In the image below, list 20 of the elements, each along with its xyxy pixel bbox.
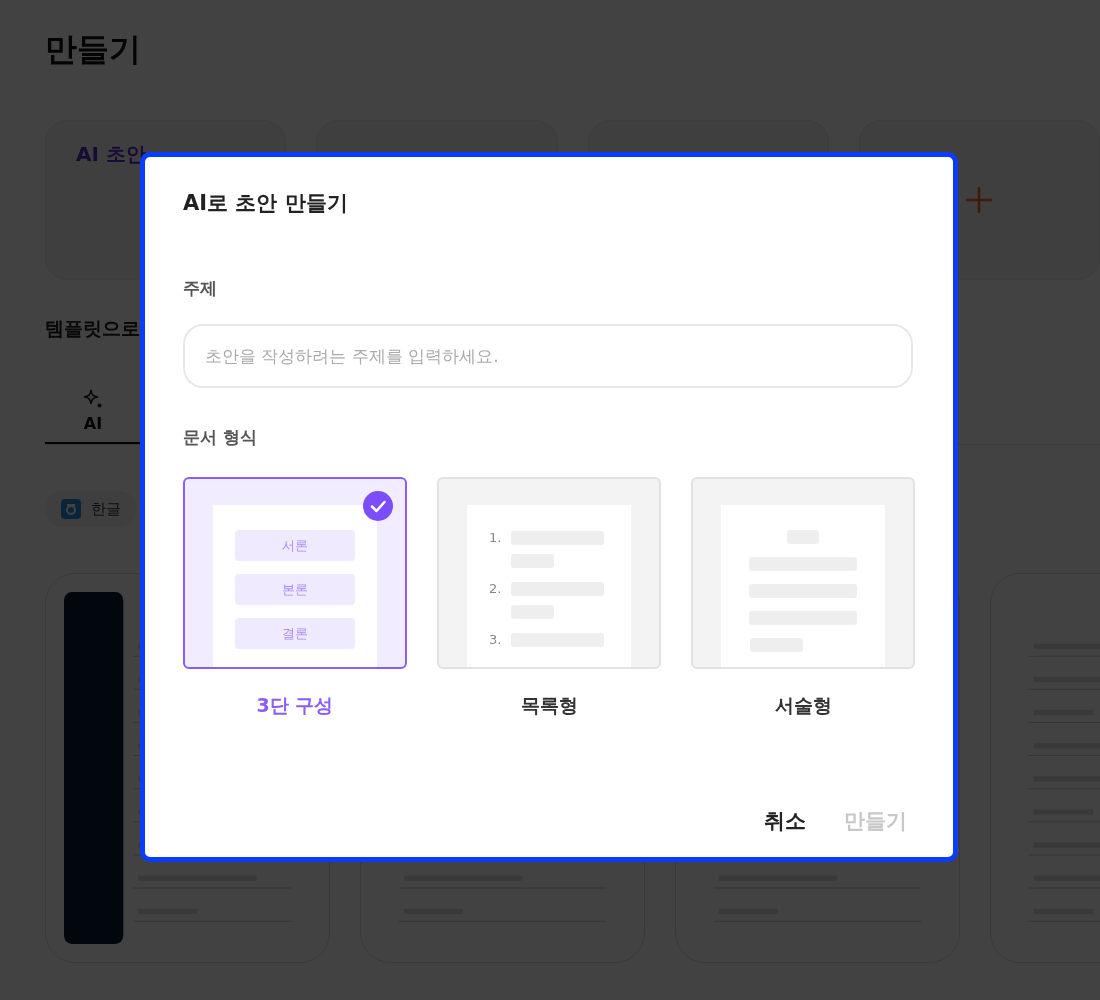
section-pill: 결론: [235, 618, 355, 649]
option-label: 서술형: [774, 693, 832, 718]
list-number: 3.: [489, 632, 503, 647]
option-label: 목록형: [520, 693, 578, 718]
dialog-button[interactable]: 취소: [758, 803, 812, 839]
check-icon: [363, 491, 393, 521]
list-number: 2.: [489, 581, 503, 596]
field-label: 주제: [183, 277, 218, 300]
format-option-card[interactable]: 서론 본론 결론: [183, 477, 407, 669]
format-option-card[interactable]: [691, 477, 915, 669]
format-option-card[interactable]: 1. 2. 3.: [437, 477, 661, 669]
option-label: 3단 구성: [256, 693, 334, 718]
section-pill: 본론: [235, 574, 355, 605]
topic-input-field[interactable]: 초안을 작성하려는 주제를 입력하세요.: [183, 324, 913, 388]
page-title: 만들기: [45, 29, 142, 70]
field-label: 문서 형식: [183, 426, 258, 449]
section-title: 템플릿으로: [45, 316, 141, 341]
section-pill: 서론: [235, 530, 355, 561]
dialog-title: AI로 초안 만들기: [183, 190, 349, 217]
list-number: 1.: [489, 530, 503, 545]
